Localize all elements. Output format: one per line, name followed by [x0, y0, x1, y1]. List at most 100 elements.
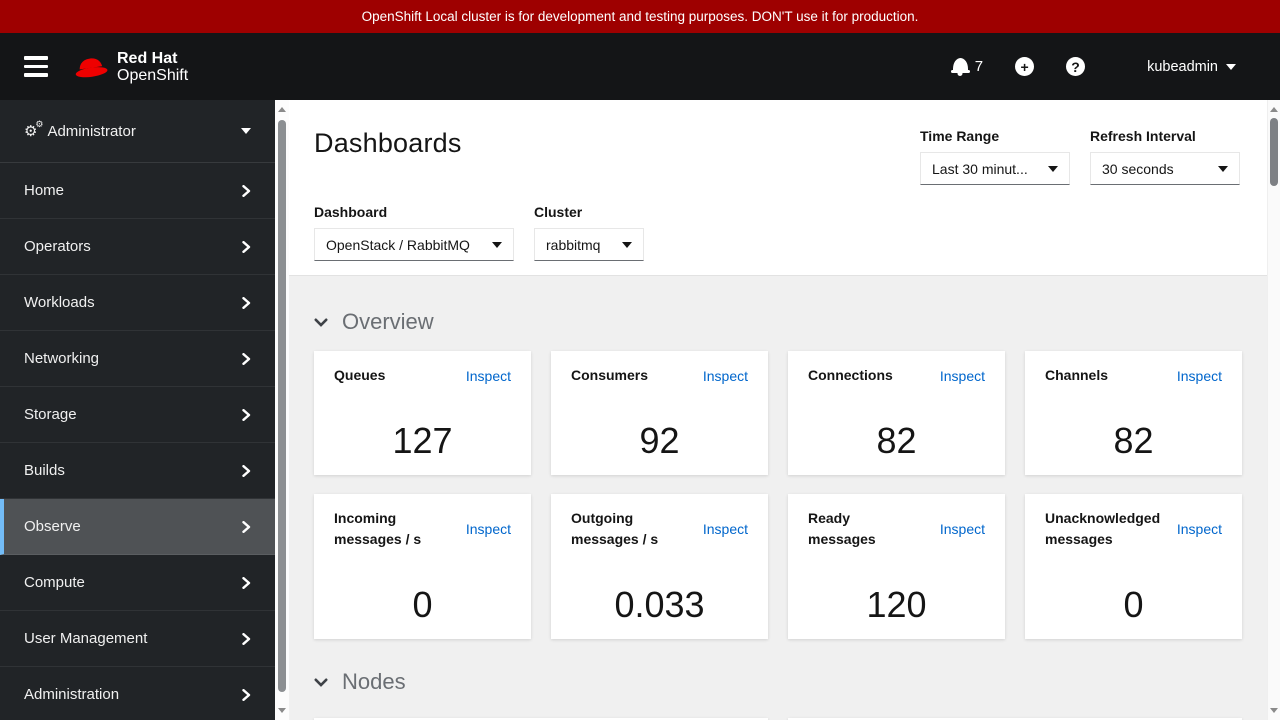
sidebar-item-label: User Management — [24, 630, 148, 647]
chevron-right-icon — [242, 240, 251, 253]
scroll-up-arrow[interactable] — [278, 107, 286, 112]
card-title: Channels — [1045, 367, 1109, 383]
caret-down-icon — [622, 241, 632, 248]
time-range-value: Last 30 minut... — [932, 160, 1028, 177]
chevron-right-icon — [242, 296, 251, 309]
collapse-chevron-icon[interactable] — [314, 678, 328, 687]
refresh-interval-select[interactable]: 30 seconds — [1090, 152, 1240, 185]
sidebar-item-label: Networking — [24, 350, 100, 367]
quick-create-button[interactable]: + — [1015, 57, 1035, 76]
inspect-link[interactable]: Inspect — [466, 521, 511, 537]
metric-card-unacknowledged-messages: Unacknowledged messages Inspect 0 — [1025, 494, 1242, 639]
sidebar-item-label: Operators — [24, 238, 91, 255]
redhat-openshift-logo[interactable]: Red Hat OpenShift — [74, 50, 188, 84]
cluster-select[interactable]: rabbitmq — [534, 228, 644, 261]
dev-preview-banner: OpenShift Local cluster is for developme… — [0, 0, 1280, 33]
cogs-icon: ⚙ ⚙ — [24, 118, 44, 140]
card-value: 0 — [412, 584, 433, 625]
sidebar-item-label: Administration — [24, 686, 120, 703]
section-title: Overview — [342, 309, 434, 334]
sidebar-item-label: Home — [24, 182, 65, 199]
chevron-right-icon — [242, 632, 251, 645]
caret-down-icon — [492, 241, 502, 248]
sidebar-item-observe[interactable]: Observe — [0, 499, 275, 555]
sidebar-item-label: Storage — [24, 406, 77, 423]
perspective-switcher[interactable]: ⚙ ⚙ Administrator — [0, 100, 275, 163]
sidebar-item-compute[interactable]: Compute — [0, 555, 275, 611]
collapse-chevron-icon[interactable] — [314, 318, 328, 327]
sidebar-item-user-management[interactable]: User Management — [0, 611, 275, 667]
sidebar-item-workloads[interactable]: Workloads — [0, 275, 275, 331]
bell-icon — [950, 58, 970, 73]
sidebar-item-administration[interactable]: Administration — [0, 667, 275, 720]
main-scrollbar — [1267, 100, 1280, 720]
card-title: Queues — [334, 367, 386, 383]
hamburger-menu-icon[interactable] — [24, 56, 48, 77]
sidebar-item-storage[interactable]: Storage — [0, 387, 275, 443]
metric-card-connections: Connections Inspect 82 — [788, 351, 1005, 475]
scroll-down-arrow[interactable] — [278, 708, 286, 713]
scroll-down-arrow[interactable] — [1270, 708, 1278, 713]
card-value: 120 — [866, 584, 927, 625]
user-menu[interactable]: kubeadmin — [1147, 59, 1236, 75]
card-value: 0.033 — [614, 584, 705, 625]
chevron-right-icon — [242, 688, 251, 701]
metric-card-outgoing-messages: Outgoing messages / s Inspect 0.033 — [551, 494, 768, 639]
inspect-link[interactable]: Inspect — [1177, 521, 1222, 537]
sidebar-item-networking[interactable]: Networking — [0, 331, 275, 387]
inspect-link[interactable]: Inspect — [703, 521, 748, 537]
inspect-link[interactable]: Inspect — [466, 368, 511, 384]
chevron-right-icon — [242, 520, 251, 533]
metric-card-consumers: Consumers Inspect 92 — [551, 351, 768, 475]
scrollbar-thumb[interactable] — [278, 120, 286, 692]
chevron-right-icon — [242, 352, 251, 365]
metric-card-queues: Queues Inspect 127 — [314, 351, 531, 475]
sidebar-item-label: Compute — [24, 574, 85, 591]
caret-down-icon — [1048, 165, 1058, 172]
refresh-interval-value: 30 seconds — [1102, 160, 1174, 177]
metric-card-incoming-messages: Incoming messages / s Inspect 0 — [314, 494, 531, 639]
inspect-link[interactable]: Inspect — [703, 368, 748, 384]
card-value: 127 — [392, 420, 453, 461]
sidebar-nav: ⚙ ⚙ Administrator Home Operators Workload… — [0, 100, 275, 720]
main-content: Dashboards Time Range Last 30 minut... R… — [289, 100, 1267, 720]
card-value: 92 — [639, 420, 680, 461]
username: kubeadmin — [1147, 58, 1218, 75]
dashboard-value: OpenStack / RabbitMQ — [326, 236, 470, 253]
inspect-link[interactable]: Inspect — [940, 521, 985, 537]
scroll-up-arrow[interactable] — [1270, 107, 1278, 112]
question-icon: ? — [1071, 58, 1080, 75]
inspect-link[interactable]: Inspect — [940, 368, 985, 384]
notifications-button[interactable]: 7 — [950, 58, 983, 75]
scrollbar-thumb[interactable] — [1270, 118, 1278, 186]
cluster-label: Cluster — [534, 204, 583, 220]
sidebar-item-home[interactable]: Home — [0, 163, 275, 219]
card-value: 82 — [876, 420, 917, 461]
redhat-fedora-icon — [75, 57, 108, 77]
card-title: Consumers — [571, 367, 649, 383]
sidebar-item-operators[interactable]: Operators — [0, 219, 275, 275]
card-title: Incoming messages / s — [334, 510, 422, 547]
sidebar-item-label: Observe — [24, 518, 81, 535]
time-range-select[interactable]: Last 30 minut... — [920, 152, 1070, 185]
card-title: Outgoing messages / s — [571, 510, 659, 547]
perspective-label: Administrator — [47, 122, 136, 140]
brand-line1: Red Hat — [117, 49, 178, 67]
time-range-label: Time Range — [920, 128, 1000, 144]
page-header: Dashboards Time Range Last 30 minut... R… — [289, 100, 1267, 275]
chevron-right-icon — [242, 184, 251, 197]
section-title: Nodes — [342, 669, 406, 694]
card-title: Connections — [808, 367, 893, 383]
card-value: 0 — [1123, 584, 1144, 625]
help-button[interactable]: ? — [1066, 57, 1086, 76]
sidebar-scrollbar — [275, 100, 289, 720]
card-value: 82 — [1113, 420, 1154, 461]
dashboard-select[interactable]: OpenStack / RabbitMQ — [314, 228, 514, 261]
banner-text: OpenShift Local cluster is for developme… — [361, 9, 919, 24]
sidebar-item-builds[interactable]: Builds — [0, 443, 275, 499]
inspect-link[interactable]: Inspect — [1177, 368, 1222, 384]
card-title: Unacknowledged messages — [1045, 510, 1161, 547]
chevron-right-icon — [242, 408, 251, 421]
caret-down-icon — [1226, 63, 1236, 70]
dashboard-body: Overview Queues Inspect 127 Consumers In… — [289, 275, 1267, 720]
